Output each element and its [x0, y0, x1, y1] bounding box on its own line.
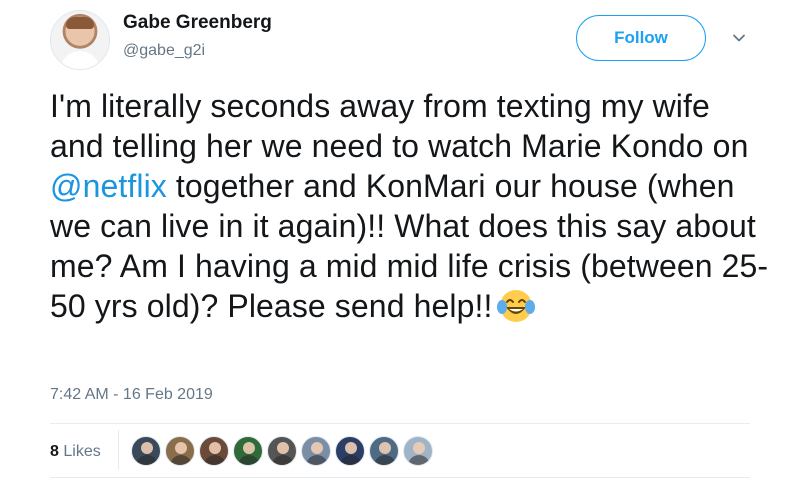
liker-avatar[interactable] [131, 436, 161, 466]
face-with-tears-of-joy-icon [497, 290, 536, 322]
liker-avatar[interactable] [233, 436, 263, 466]
tweet-timestamp[interactable]: 7:42 AM - 16 Feb 2019 [50, 386, 213, 404]
tweet-text-part-1: I'm literally seconds away from texting … [50, 88, 749, 164]
liker-avatar[interactable] [403, 436, 433, 466]
likes-label: Likes [63, 443, 101, 460]
follow-button[interactable]: Follow [576, 15, 706, 61]
display-name[interactable]: Gabe Greenberg [123, 12, 272, 34]
likes-count[interactable]: 8 Likes [50, 443, 101, 461]
avatar-shirt [60, 51, 100, 69]
tweet-text: I'm literally seconds away from texting … [50, 86, 770, 326]
liker-avatars [131, 436, 437, 466]
divider [50, 423, 750, 424]
liker-avatar[interactable] [199, 436, 229, 466]
liker-avatar[interactable] [165, 436, 195, 466]
chevron-down-icon[interactable] [731, 30, 747, 46]
netflix-mention-link[interactable]: @netflix [50, 168, 167, 204]
user-handle[interactable]: @gabe_g2i [123, 42, 205, 60]
liker-avatar[interactable] [369, 436, 399, 466]
likes-separator [118, 430, 119, 470]
likes-number: 8 [50, 443, 59, 460]
liker-avatar[interactable] [267, 436, 297, 466]
avatar-hair [66, 17, 94, 29]
avatar[interactable] [50, 10, 110, 70]
liker-avatar[interactable] [335, 436, 365, 466]
liker-avatar[interactable] [301, 436, 331, 466]
